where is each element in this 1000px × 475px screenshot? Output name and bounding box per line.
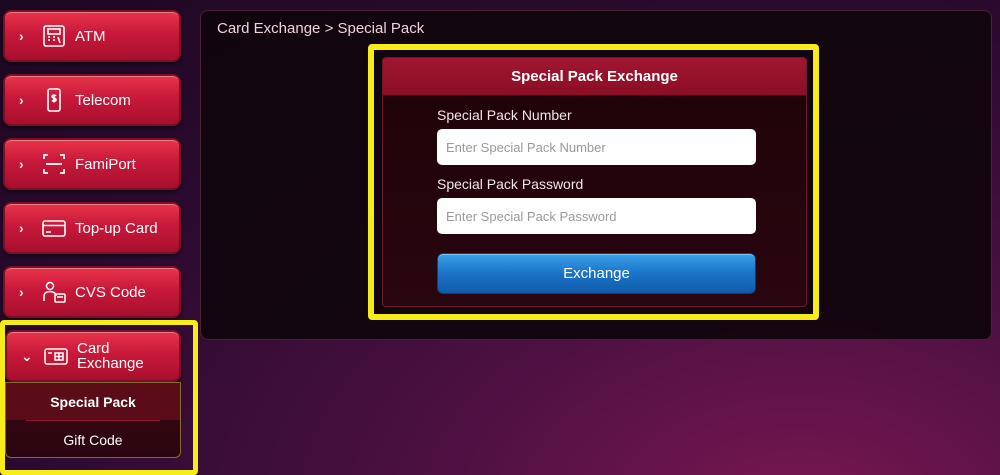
sidebar-item-label: FamiPort xyxy=(75,155,136,173)
sidebar-item-label: Telecom xyxy=(75,91,131,109)
highlight-box-sidebar xyxy=(0,320,198,475)
sidebar-item-label: CVS Code xyxy=(75,283,146,301)
phone-dollar-icon xyxy=(41,87,67,113)
highlight-box-form xyxy=(368,44,819,320)
sidebar-item-cvs-code[interactable]: › CVS Code xyxy=(3,266,181,318)
chevron-right-icon: › xyxy=(19,28,24,44)
sidebar: › ATM › Telecom › FamiPort › Top-up Card… xyxy=(0,0,200,475)
sidebar-item-famiport[interactable]: › FamiPort xyxy=(3,138,181,190)
sidebar-item-telecom[interactable]: › Telecom xyxy=(3,74,181,126)
atm-icon xyxy=(41,23,67,49)
card-icon xyxy=(41,215,67,241)
sidebar-item-label: Top-up Card xyxy=(75,219,158,237)
chevron-right-icon: › xyxy=(19,92,24,108)
sidebar-item-label: ATM xyxy=(75,27,106,45)
sidebar-item-topup-card[interactable]: › Top-up Card xyxy=(3,202,181,254)
sidebar-item-atm[interactable]: › ATM xyxy=(3,10,181,62)
scan-icon xyxy=(41,151,67,177)
breadcrumb: Card Exchange > Special Pack xyxy=(217,20,425,37)
chevron-right-icon: › xyxy=(19,284,24,300)
chevron-right-icon: › xyxy=(19,156,24,172)
chevron-right-icon: › xyxy=(19,220,24,236)
cashier-icon xyxy=(41,279,67,305)
